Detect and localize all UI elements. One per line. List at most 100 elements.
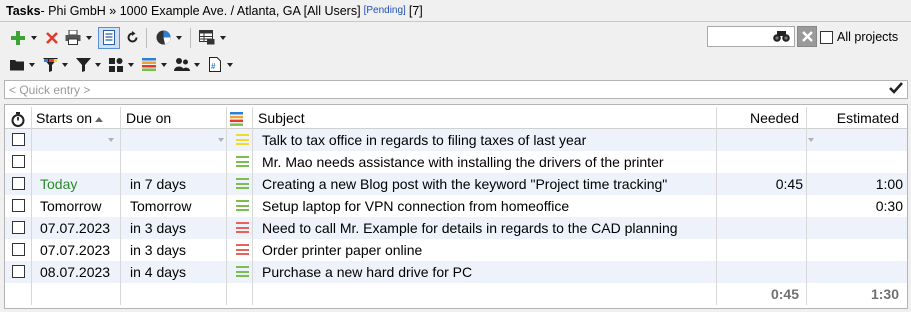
column-header-subject[interactable]: Subject — [258, 107, 305, 129]
needed-filter-arrow[interactable] — [808, 138, 814, 142]
task-subject: Talk to tax office in regards to filing … — [262, 132, 587, 148]
chart-button[interactable] — [153, 27, 173, 49]
task-row[interactable]: Mr. Mao needs assistance with installing… — [5, 151, 907, 173]
task-done-checkbox[interactable] — [12, 199, 25, 212]
plus-icon — [11, 30, 25, 45]
all-projects-checkbox[interactable] — [820, 30, 833, 44]
priority-icon — [236, 244, 249, 255]
task-row[interactable]: Tomorrow Tomorrow Setup laptop for VPN con… — [5, 195, 907, 217]
pie-chart-icon — [156, 30, 170, 45]
category-button[interactable] — [107, 54, 125, 76]
quick-entry-submit[interactable] — [889, 81, 903, 98]
checkmark-icon — [889, 82, 903, 94]
task-starts-on: Today — [40, 176, 78, 192]
quick-entry-placeholder: < Quick entry > — [9, 83, 91, 97]
refresh-icon — [127, 31, 137, 43]
numbering-dropdown[interactable] — [226, 54, 233, 76]
title-context: - Phi GmbH » 1000 Example Ave. / Atlanta… — [40, 3, 361, 18]
spreadsheet-icon — [199, 30, 215, 45]
task-subject: Creating a new Blog post with the keywor… — [262, 176, 668, 192]
task-needed: 0:45 — [775, 176, 803, 192]
priority-icon — [236, 266, 249, 277]
task-done-checkbox[interactable] — [12, 243, 25, 256]
task-done-checkbox[interactable] — [12, 177, 25, 190]
task-subject: Order printer paper online — [262, 242, 423, 258]
chart-dropdown[interactable] — [175, 27, 182, 49]
title-task-count: [7] — [408, 3, 423, 18]
column-header-needed[interactable]: Needed — [717, 107, 799, 129]
priority-dropdown[interactable] — [160, 54, 167, 76]
task-row[interactable]: 07.07.2023 in 3 days Order printer paper o… — [5, 239, 907, 261]
task-estimated: 1:00 — [875, 176, 903, 192]
task-row[interactable]: Talk to tax office in regards to filing … — [5, 129, 907, 151]
task-estimated — [807, 217, 903, 239]
add-task-button[interactable] — [8, 27, 28, 49]
details-view-button[interactable] — [98, 26, 120, 49]
clear-search-button[interactable] — [797, 26, 817, 47]
task-due-on: Tomorrow — [130, 198, 192, 214]
search-icon[interactable] — [773, 29, 790, 46]
sort-ascending-icon — [95, 116, 104, 122]
category-dropdown[interactable] — [127, 54, 134, 76]
numbering-button[interactable]: # — [206, 54, 224, 76]
users-dropdown[interactable] — [193, 54, 200, 76]
title-pending-filter[interactable]: [Pending] — [364, 5, 406, 16]
quick-entry-input[interactable]: < Quick entry > — [4, 80, 908, 99]
task-done-checkbox[interactable] — [12, 133, 25, 146]
task-done-checkbox[interactable] — [12, 155, 25, 168]
priority-icon — [236, 222, 249, 233]
folder-dropdown[interactable] — [28, 54, 35, 76]
task-needed — [717, 239, 803, 261]
delete-task-button[interactable] — [43, 27, 61, 49]
category-icon — [109, 57, 123, 72]
column-header-priority[interactable] — [230, 107, 243, 129]
task-estimated — [807, 239, 903, 261]
task-needed — [717, 261, 803, 283]
all-projects-toggle[interactable]: All projects — [820, 27, 898, 47]
task-grid: Starts on Due on Subject Needed Estimate… — [4, 104, 908, 309]
export-dropdown[interactable] — [219, 27, 226, 49]
print-button[interactable] — [63, 27, 83, 49]
totals-row: 0:45 1:30 — [5, 283, 907, 305]
window-title: Tasks - Phi GmbH » 1000 Example Ave. / A… — [0, 0, 911, 22]
close-icon — [46, 31, 58, 44]
folder-button[interactable] — [8, 54, 26, 76]
stopwatch-column-header[interactable] — [11, 107, 25, 129]
users-button[interactable] — [173, 54, 191, 76]
column-header-starts-on[interactable]: Starts on — [36, 107, 104, 129]
filter-toolbar: # — [0, 51, 911, 78]
svg-text:#: # — [211, 62, 216, 71]
task-done-checkbox[interactable] — [12, 265, 25, 278]
add-task-dropdown[interactable] — [30, 27, 37, 49]
task-done-checkbox[interactable] — [12, 221, 25, 234]
filter-dropdown[interactable] — [94, 54, 101, 76]
printer-icon — [65, 30, 81, 45]
task-row[interactable]: 07.07.2023 in 3 days Need to call Mr. Exam… — [5, 217, 907, 239]
priority-icon — [142, 58, 156, 71]
task-row[interactable]: 08.07.2023 in 4 days Purchase a new hard d… — [5, 261, 907, 283]
column-header-due-on[interactable]: Due on — [126, 107, 171, 129]
task-starts-on: 08.07.2023 — [40, 264, 111, 280]
task-due-on: in 3 days — [130, 242, 187, 258]
task-row[interactable]: Today in 7 days Creating a new Blog post w… — [5, 173, 907, 195]
starts-filter-arrow[interactable] — [108, 138, 114, 142]
color-filter-icon — [42, 57, 58, 72]
users-icon — [174, 58, 190, 71]
column-header-estimated[interactable]: Estimated — [807, 107, 899, 129]
task-estimated — [807, 151, 903, 173]
total-estimated: 1:30 — [870, 286, 899, 302]
refresh-button[interactable] — [122, 27, 142, 49]
priority-icon — [236, 134, 249, 145]
task-estimated: 0:30 — [875, 198, 903, 214]
filter-button[interactable] — [74, 54, 92, 76]
color-filter-button[interactable] — [41, 54, 59, 76]
export-button[interactable] — [197, 27, 217, 49]
task-starts-on: 07.07.2023 — [40, 220, 111, 236]
numbered-document-icon: # — [209, 57, 221, 72]
task-starts-on: Tomorrow — [40, 198, 102, 214]
color-filter-dropdown[interactable] — [61, 54, 68, 76]
priority-button[interactable] — [140, 54, 158, 76]
print-dropdown[interactable] — [85, 27, 92, 49]
task-due-on: in 3 days — [130, 220, 187, 236]
due-filter-arrow[interactable] — [218, 138, 224, 142]
